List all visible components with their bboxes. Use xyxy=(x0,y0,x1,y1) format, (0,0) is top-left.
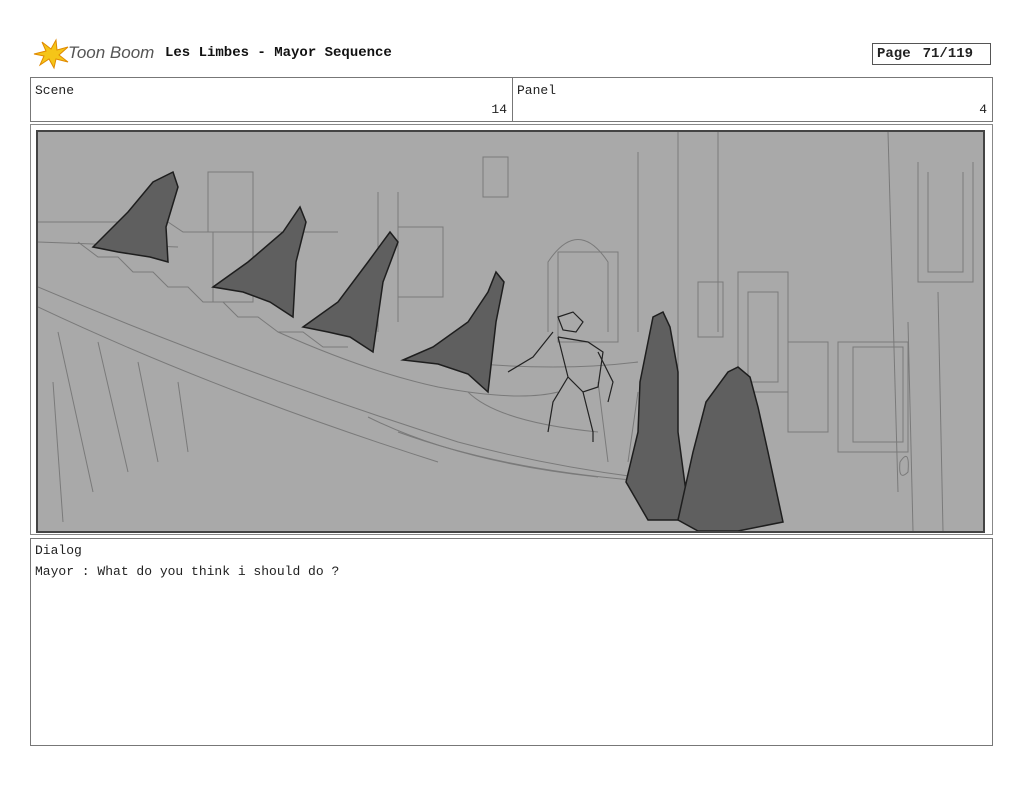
sketch-drawing xyxy=(38,132,974,531)
scene-cell: Scene 14 xyxy=(31,78,513,121)
scene-label: Scene xyxy=(35,83,75,98)
logo-star-icon xyxy=(33,38,69,70)
toon-boom-logo: Toon Boom xyxy=(32,38,157,70)
page-label: Page xyxy=(877,46,911,62)
panel-number: 4 xyxy=(979,102,987,117)
page-indicator: Page 71/119 xyxy=(872,43,991,65)
dialog-text: Mayor : What do you think i should do ? xyxy=(35,564,340,579)
storyboard-sketch xyxy=(36,130,985,533)
dialog-box: Dialog Mayor : What do you think i shoul… xyxy=(30,538,993,746)
dialog-label: Dialog xyxy=(35,543,82,558)
page-number: 71/119 xyxy=(922,46,974,62)
document-title: Les Limbes - Mayor Sequence xyxy=(165,45,392,61)
scene-panel-row: Scene 14 Panel 4 xyxy=(30,77,993,122)
panel-label: Panel xyxy=(517,83,557,98)
scene-number: 14 xyxy=(491,102,507,117)
panel-cell: Panel 4 xyxy=(513,78,992,121)
storyboard-frame xyxy=(30,124,993,535)
logo-text: Toon Boom xyxy=(68,43,155,62)
